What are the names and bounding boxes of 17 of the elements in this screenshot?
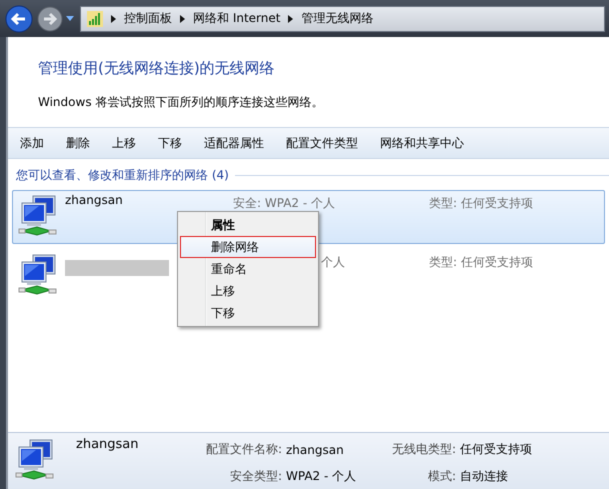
network-name: zhangsan	[65, 192, 123, 207]
field-value: 任何受支持项	[460, 441, 533, 458]
type-label: 类型: 任何受支持项	[429, 196, 533, 210]
page-title: 管理使用(无线网络连接)的无线网络	[38, 59, 276, 78]
field-value: zhangsan	[286, 442, 345, 456]
security-label: 安全: WPA2 - 个人	[233, 196, 335, 210]
group-heading: 您可以查看、修改和重新排序的网络 (4)	[16, 167, 229, 184]
field-label: 模式:	[426, 468, 457, 485]
page-description: Windows 将尝试按照下面所列的顺序连接这些网络。	[38, 94, 324, 111]
field-label: 配置文件名称:	[204, 441, 283, 458]
field-value: WPA2 - 个人	[286, 468, 358, 485]
security-label: 个人	[321, 255, 345, 269]
type-label: 类型: 任何受支持项	[429, 255, 533, 269]
field-label: 无线电类型:	[390, 441, 457, 458]
network-name: zhangsan	[76, 437, 140, 452]
field-value: 自动连接	[460, 468, 509, 485]
field-label: 安全类型:	[228, 468, 283, 485]
